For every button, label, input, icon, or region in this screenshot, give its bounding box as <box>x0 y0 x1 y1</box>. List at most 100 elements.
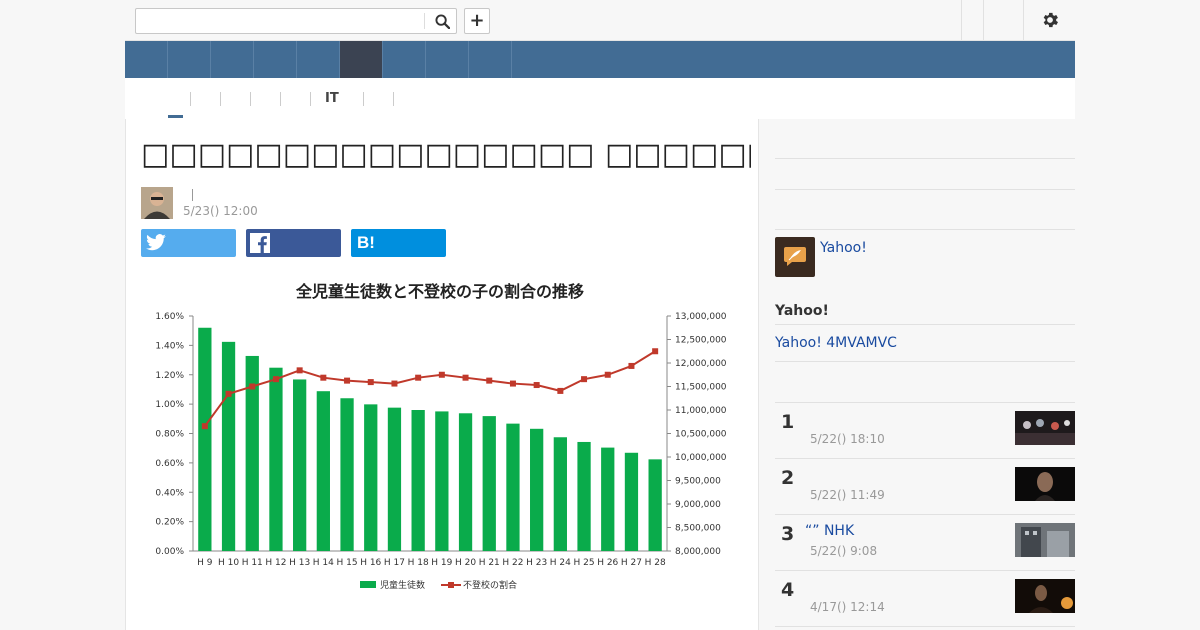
x-tick-label: H 15 <box>337 558 358 568</box>
chart-point <box>557 387 564 394</box>
right-tick-label: 10,000,000 <box>675 453 727 463</box>
feature-link[interactable]: Yahoo! <box>820 240 867 256</box>
share-twitter-button[interactable] <box>141 229 236 257</box>
left-tick-label: 0.80% <box>155 430 184 440</box>
nav-item[interactable] <box>383 41 426 78</box>
twitter-icon <box>146 234 166 251</box>
x-tick-label: H 14 <box>313 558 334 568</box>
left-tick-label: 1.40% <box>155 341 184 351</box>
rank-thumbnail[interactable] <box>1015 467 1075 501</box>
section-heading: Yahoo! <box>775 303 829 319</box>
rank-thumbnail[interactable] <box>1015 411 1075 445</box>
chart-point <box>652 348 659 355</box>
nav-item-active[interactable] <box>340 41 383 78</box>
author-avatar[interactable] <box>141 187 173 219</box>
chart-bar <box>340 398 354 551</box>
rank-number: 4 <box>781 579 795 601</box>
rank-number: 3 <box>781 523 795 545</box>
chart-bar <box>316 391 330 551</box>
x-tick-label: H 17 <box>384 558 405 568</box>
left-tick-label: 0.00% <box>155 547 184 557</box>
nav-item[interactable] <box>469 41 512 78</box>
chart-bar <box>198 327 212 551</box>
chart-point <box>249 383 256 390</box>
search-input[interactable] <box>136 9 424 33</box>
chart-bar <box>648 459 662 551</box>
chart-point <box>486 377 493 384</box>
subnav-active-indicator <box>168 115 183 118</box>
chart-bar <box>411 410 425 551</box>
chart-bar <box>293 379 307 551</box>
ranking-item[interactable]: 2 5/22() 11:49 <box>775 458 1075 514</box>
gear-icon[interactable] <box>1040 10 1060 30</box>
chart-point <box>509 380 516 387</box>
sidebar-divider <box>775 158 1075 159</box>
rank-number: 2 <box>781 467 795 489</box>
share-hatena-button[interactable]: B! <box>351 229 446 257</box>
nav-item[interactable] <box>168 41 211 78</box>
ranking-item[interactable]: 4 4/17() 12:14 <box>775 570 1075 626</box>
add-button[interactable]: + <box>464 8 490 34</box>
share-facebook-button[interactable] <box>246 229 341 257</box>
top-divider <box>1023 0 1024 40</box>
chart-point <box>415 374 422 381</box>
chart-point <box>272 376 279 383</box>
feather-icon <box>784 247 806 266</box>
chart-point <box>201 423 208 430</box>
x-tick-label: H 23 <box>526 558 547 568</box>
chart-bar <box>553 437 567 551</box>
sidebar-divider <box>775 229 1075 230</box>
x-tick-label: H 12 <box>265 558 286 568</box>
legend-label: 不登校の割合 <box>463 579 517 591</box>
left-tick-label: 1.20% <box>155 371 184 381</box>
sidebar: Yahoo! Yahoo! Yahoo! 4MVAMVC 1 5/22() 18… <box>775 119 1075 630</box>
ranking-item[interactable]: 1 5/22() 18:10 <box>775 402 1075 458</box>
chart-bar <box>435 411 449 551</box>
chart-point <box>462 374 469 381</box>
chart-point <box>438 371 445 378</box>
rank-thumbnail[interactable] <box>1015 579 1075 613</box>
search-button[interactable] <box>428 9 456 33</box>
x-tick-label: H 28 <box>645 558 666 568</box>
chart-title: 全児童生徒数と不登校の子の割合の推移 <box>295 282 584 301</box>
x-tick-label: H 16 <box>360 558 381 568</box>
subnav-divider <box>363 92 364 106</box>
search-icon <box>434 13 450 29</box>
right-tick-label: 10,500,000 <box>675 430 727 440</box>
rank-number: 1 <box>781 411 795 433</box>
right-tick-label: 8,500,000 <box>675 524 721 534</box>
nav-item[interactable] <box>297 41 340 78</box>
author-divider <box>192 189 193 201</box>
ranking-item[interactable]: 3 “” NHK 5/22() 9:08 <box>775 514 1075 570</box>
legend-swatch-bar <box>360 581 376 588</box>
subnav-divider <box>393 92 394 106</box>
search-box <box>135 8 457 34</box>
right-tick-label: 12,500,000 <box>675 336 727 346</box>
nav-item[interactable] <box>211 41 254 78</box>
top-divider <box>983 0 984 40</box>
left-tick-label: 0.60% <box>155 459 184 469</box>
rank-thumbnail[interactable] <box>1015 523 1075 557</box>
article-title: □□□□□□□□□□□□□□□□ □□□□□□20□□□□□□□ <box>141 137 751 172</box>
subnav-item-it[interactable]: IT <box>325 91 339 107</box>
chart-point <box>320 374 327 381</box>
nav-item[interactable] <box>254 41 297 78</box>
sidebar-divider <box>775 189 1075 190</box>
facebook-icon <box>250 233 270 253</box>
right-tick-label: 12,000,000 <box>675 359 727 369</box>
chart-point <box>225 390 232 397</box>
rank-date: 5/22() 18:10 <box>810 432 885 446</box>
rank-date: 5/22() 9:08 <box>810 544 878 558</box>
x-tick-label: H 10 <box>218 558 239 568</box>
nav-item[interactable] <box>125 41 168 78</box>
x-tick-label: H 21 <box>479 558 500 568</box>
promo-link[interactable]: Yahoo! 4MVAMVC <box>775 335 897 351</box>
chart-bar <box>387 407 402 551</box>
rank-title[interactable]: “” NHK <box>805 523 854 539</box>
chart-bar <box>506 423 520 551</box>
chart-point <box>296 367 303 374</box>
x-tick-label: H 26 <box>597 558 618 568</box>
nav-item[interactable] <box>426 41 469 78</box>
feature-thumbnail[interactable] <box>775 237 815 277</box>
subnav-divider <box>220 92 221 106</box>
